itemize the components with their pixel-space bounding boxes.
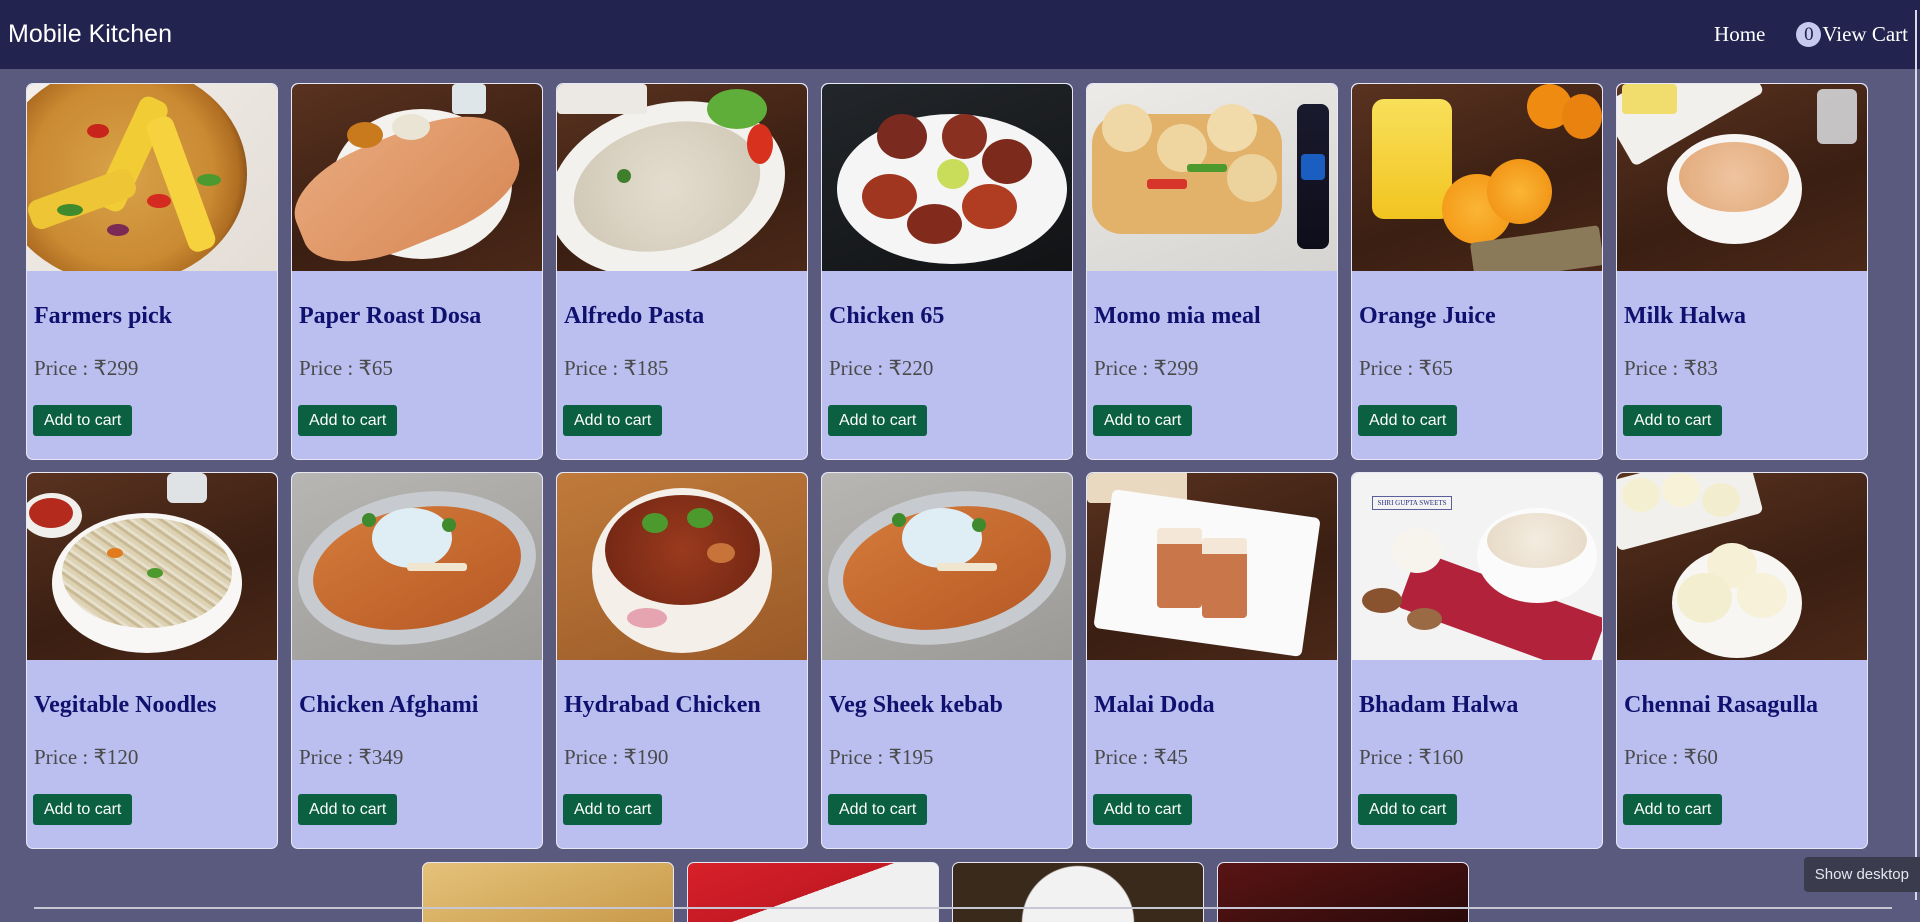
product-price: Price : ₹65 — [299, 356, 393, 380]
product-card: Paper Roast Dosa Price : ₹65 Add to cart — [291, 83, 543, 460]
product-card: Veg Sheek kebab Price : ₹195 Add to cart — [821, 472, 1073, 849]
product-image-chicken-65 — [822, 84, 1072, 271]
product-price: Price : ₹195 — [829, 745, 934, 769]
product-card: Alfredo Pasta Price : ₹185 Add to cart — [556, 83, 808, 460]
brand-title[interactable]: Mobile Kitchen — [8, 20, 172, 49]
add-to-cart-button[interactable]: Add to cart — [1358, 405, 1458, 436]
product-card: Momo mia meal Price : ₹299 Add to cart — [1086, 83, 1338, 460]
product-title: Chicken 65 — [829, 303, 945, 329]
product-image-malai-doda — [1087, 473, 1337, 660]
add-to-cart-button[interactable]: Add to cart — [1093, 405, 1193, 436]
product-card: Hydrabad Chicken Price : ₹190 Add to car… — [556, 472, 808, 849]
product-grid: Farmers pick Price : ₹299 Add to cart Pa… — [26, 83, 1868, 849]
product-price: Price : ₹60 — [1624, 745, 1718, 769]
nav-links: Home 0 View Cart — [1714, 22, 1908, 47]
product-image-partial — [422, 862, 674, 922]
product-card: Malai Doda Price : ₹45 Add to cart — [1086, 472, 1338, 849]
scrollbar[interactable] — [1915, 10, 1917, 900]
product-price: Price : ₹160 — [1359, 745, 1464, 769]
product-title: Bhadam Halwa — [1359, 692, 1519, 718]
product-image-partial — [1217, 862, 1469, 922]
product-title: Malai Doda — [1094, 692, 1215, 718]
add-to-cart-button[interactable]: Add to cart — [298, 794, 398, 825]
horizontal-scrollbar[interactable] — [34, 907, 1892, 909]
product-title: Paper Roast Dosa — [299, 303, 482, 329]
product-price: Price : ₹65 — [1359, 356, 1453, 380]
product-image-afghami — [292, 473, 542, 660]
add-to-cart-button[interactable]: Add to cart — [828, 794, 928, 825]
product-image-pasta — [557, 84, 807, 271]
product-title: Farmers pick — [34, 303, 172, 329]
navbar: Mobile Kitchen Home 0 View Cart — [0, 0, 1920, 69]
add-to-cart-button[interactable]: Add to cart — [1093, 794, 1193, 825]
add-to-cart-button[interactable]: Add to cart — [563, 405, 663, 436]
product-price: Price : ₹120 — [34, 745, 139, 769]
product-image-momo-pizza — [1087, 84, 1337, 271]
view-cart-link[interactable]: 0 View Cart — [1796, 22, 1908, 47]
product-image-kebab — [822, 473, 1072, 660]
cart-count-badge: 0 — [1796, 22, 1822, 47]
product-title: Momo mia meal — [1094, 303, 1261, 329]
add-to-cart-button[interactable]: Add to cart — [298, 405, 398, 436]
product-price: Price : ₹299 — [1094, 356, 1199, 380]
product-card: Chicken Afghami Price : ₹349 Add to cart — [291, 472, 543, 849]
product-image-partial — [687, 862, 939, 922]
product-row-partial — [422, 862, 1469, 922]
product-title: Milk Halwa — [1624, 303, 1747, 329]
product-title: Vegitable Noodles — [34, 692, 217, 718]
product-card: Chicken 65 Price : ₹220 Add to cart — [821, 83, 1073, 460]
product-image-rasagulla — [1617, 473, 1867, 660]
sweets-sign: SHRI GUPTA SWEETS — [1372, 496, 1452, 510]
product-price: Price : ₹45 — [1094, 745, 1188, 769]
product-image-partial — [952, 862, 1204, 922]
add-to-cart-button[interactable]: Add to cart — [563, 794, 663, 825]
product-title: Orange Juice — [1359, 303, 1496, 329]
product-image-pizza — [27, 84, 277, 271]
product-price: Price : ₹190 — [564, 745, 669, 769]
product-card: Orange Juice Price : ₹65 Add to cart — [1351, 83, 1603, 460]
add-to-cart-button[interactable]: Add to cart — [1358, 794, 1458, 825]
show-desktop-tooltip: Show desktop — [1803, 857, 1920, 892]
product-price: Price : ₹83 — [1624, 356, 1718, 380]
add-to-cart-button[interactable]: Add to cart — [33, 794, 133, 825]
product-title: Alfredo Pasta — [564, 303, 705, 329]
product-price: Price : ₹185 — [564, 356, 669, 380]
product-image-orange-juice — [1352, 84, 1602, 271]
product-image-dosa — [292, 84, 542, 271]
add-to-cart-button[interactable]: Add to cart — [828, 405, 928, 436]
product-title: Hydrabad Chicken — [564, 692, 761, 718]
add-to-cart-button[interactable]: Add to cart — [1623, 405, 1723, 436]
product-image-badam-halwa: SHRI GUPTA SWEETS — [1352, 473, 1602, 660]
add-to-cart-button[interactable]: Add to cart — [33, 405, 133, 436]
product-title: Chicken Afghami — [299, 692, 479, 718]
product-price: Price : ₹349 — [299, 745, 404, 769]
add-to-cart-button[interactable]: Add to cart — [1623, 794, 1723, 825]
product-image-curry — [557, 473, 807, 660]
view-cart-label: View Cart — [1822, 22, 1908, 46]
product-card: Farmers pick Price : ₹299 Add to cart — [26, 83, 278, 460]
product-title: Chennai Rasagulla — [1624, 692, 1819, 718]
product-card: Vegitable Noodles Price : ₹120 Add to ca… — [26, 472, 278, 849]
home-link[interactable]: Home — [1714, 22, 1765, 47]
product-price: Price : ₹220 — [829, 356, 934, 380]
product-title: Veg Sheek kebab — [829, 692, 1003, 718]
product-card: Chennai Rasagulla Price : ₹60 Add to car… — [1616, 472, 1868, 849]
product-image-noodles — [27, 473, 277, 660]
product-card: SHRI GUPTA SWEETS Bhadam Halwa Price : ₹… — [1351, 472, 1603, 849]
product-card: Milk Halwa Price : ₹83 Add to cart — [1616, 83, 1868, 460]
product-price: Price : ₹299 — [34, 356, 139, 380]
product-image-milk-halwa — [1617, 84, 1867, 271]
